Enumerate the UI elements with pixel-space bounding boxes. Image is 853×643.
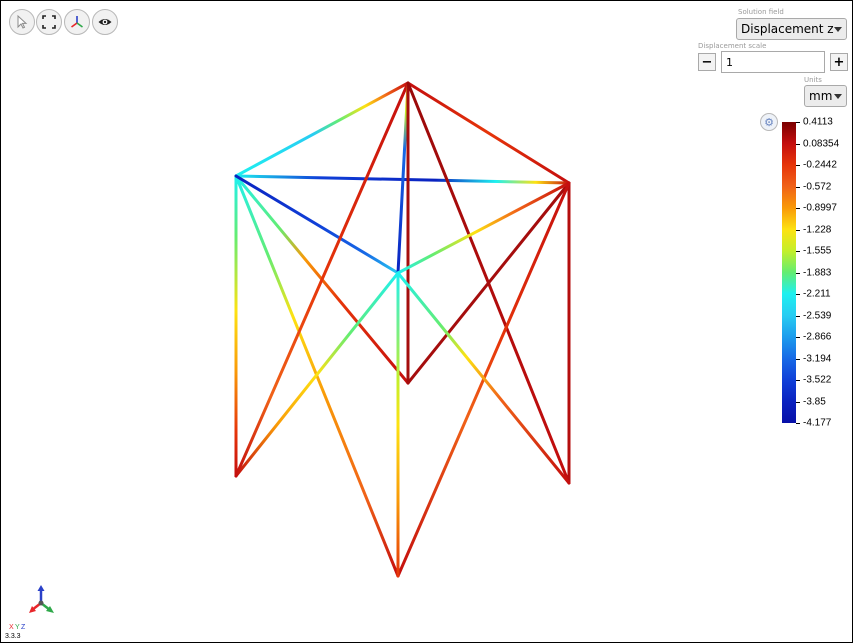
legend-value: -1.883 <box>803 267 832 278</box>
legend-value: -2.211 <box>803 288 831 300</box>
legend-tick <box>796 186 800 188</box>
legend-value: -4.177 <box>803 417 832 429</box>
z-axis-label: Z <box>21 624 26 631</box>
legend-tick <box>796 229 800 231</box>
legend-value: -0.8997 <box>803 202 837 214</box>
legend-tick <box>796 423 800 424</box>
legend-value: 0.08354 <box>803 138 840 149</box>
legend-tick <box>796 358 800 360</box>
legend-tick <box>796 208 800 209</box>
truss-member <box>234 174 400 275</box>
truss-member <box>396 181 571 275</box>
legend-value: -0.572 <box>803 181 832 192</box>
legend-value: 0.4113 <box>803 116 833 128</box>
axis-triad-icon <box>29 585 54 613</box>
legend-tick <box>796 143 800 145</box>
legend-value: -2.866 <box>803 331 832 343</box>
x-axis-label: X <box>9 624 14 631</box>
truss-member <box>396 271 571 485</box>
truss-member <box>234 271 400 478</box>
truss-model-view[interactable] <box>1 1 852 642</box>
legend-value: -0.2442 <box>803 159 837 171</box>
legend-value: -3.522 <box>803 374 832 386</box>
legend-tick <box>796 122 800 123</box>
legend-tick <box>796 251 800 252</box>
legend-value: -3.85 <box>803 396 826 407</box>
viewport[interactable]: Solution field Displacement z Displaceme… <box>0 0 853 643</box>
y-axis-label: Y <box>15 624 20 631</box>
legend-value: -1.555 <box>803 245 832 257</box>
legend-tick <box>796 294 800 295</box>
truss-member <box>406 81 571 185</box>
legend-tick <box>796 337 800 338</box>
legend-value: -1.228 <box>803 224 832 235</box>
truss-member <box>234 81 410 178</box>
legend-value: -3.194 <box>803 353 832 364</box>
legend-value: -2.539 <box>803 310 832 321</box>
legend-tick <box>796 315 800 317</box>
legend-tick <box>796 272 800 274</box>
legend-tick <box>796 401 800 403</box>
legend-tick <box>796 380 800 381</box>
legend-tick <box>796 165 800 166</box>
coordinate-readout: 3.3.3 <box>5 633 21 640</box>
truss-member <box>406 181 571 385</box>
truss-member <box>234 81 410 478</box>
